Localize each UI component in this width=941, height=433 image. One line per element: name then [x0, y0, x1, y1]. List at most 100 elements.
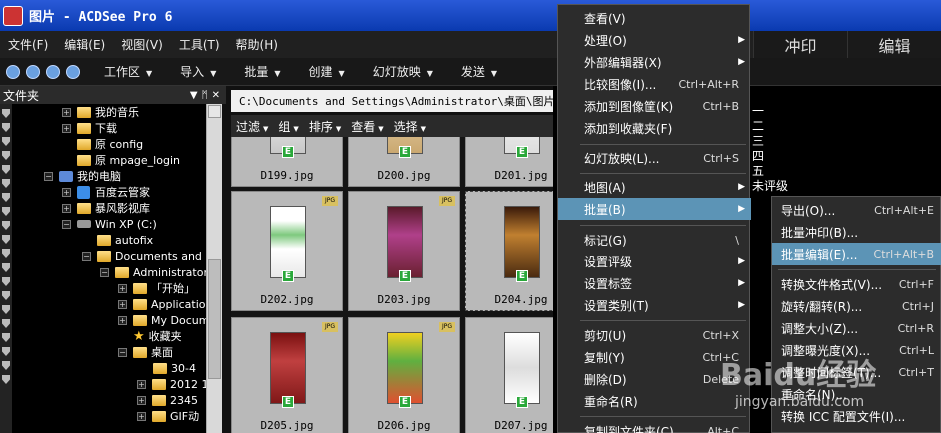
view-button[interactable]: 查看 ▼ — [346, 118, 388, 135]
home-icon[interactable] — [6, 64, 20, 79]
pane-toggle-icon[interactable] — [2, 319, 10, 328]
expand-icon[interactable]: + — [62, 203, 71, 213]
pane-toggle-icon[interactable] — [2, 207, 10, 216]
send-button[interactable]: 发送 ▼ — [447, 63, 511, 80]
tree-item[interactable]: − 我的电脑 — [44, 168, 121, 184]
pane-toggle-icon[interactable] — [2, 347, 10, 356]
pane-toggle-icon[interactable] — [2, 375, 10, 384]
expand-icon[interactable]: + — [137, 379, 146, 389]
menu-item-compare[interactable]: 比较图像(I)... Ctrl+Alt+R — [558, 73, 751, 95]
pane-toggle-icon[interactable] — [2, 277, 10, 286]
menu-item-tag[interactable]: 标记(G) \ — [558, 229, 751, 251]
select-button[interactable]: 选择 ▼ — [389, 118, 431, 135]
tree-item[interactable]: + 我的音乐 — [62, 104, 139, 120]
tree-item[interactable]: + Application — [118, 296, 206, 312]
menu-item-set-category[interactable]: 设置类别(T) ▶ — [558, 294, 751, 316]
tree-item[interactable]: + 百度云管家 — [62, 184, 150, 200]
menu-item-cut[interactable]: 剪切(U) Ctrl+X — [558, 324, 751, 346]
pane-toggle-icon[interactable] — [2, 151, 10, 160]
tree-item[interactable]: + GIF动 — [137, 408, 199, 424]
group-button[interactable]: 组 ▼ — [273, 118, 303, 135]
menu-item-batch[interactable]: 批量(B) ▶ — [558, 198, 751, 220]
pane-toggle-icon[interactable] — [2, 179, 10, 188]
thumbnail-item[interactable]: JPG E D205.jpg — [231, 317, 343, 433]
expand-icon[interactable]: + — [62, 107, 71, 117]
tree-item[interactable]: + 暴风影视库 — [62, 200, 150, 216]
path-bar[interactable]: C:\Documents and Settings\Administrator\… — [231, 90, 553, 112]
tree-item[interactable]: ★ 收藏夹 — [133, 328, 182, 344]
pane-toggle-icon[interactable] — [2, 361, 10, 370]
menu-view[interactable]: 视图(V) — [113, 36, 171, 53]
expand-icon[interactable]: + — [137, 395, 146, 405]
menu-file[interactable]: 文件(F) — [0, 36, 56, 53]
close-icon[interactable]: ✕ — [212, 90, 220, 101]
mode-develop-tab[interactable]: 冲印 — [753, 31, 847, 59]
rating-1[interactable]: 一 — [752, 104, 788, 119]
pane-toggle-icon[interactable] — [2, 165, 10, 174]
rating-4[interactable]: 四 — [752, 149, 788, 164]
menu-item-view[interactable]: 查看(V) — [558, 7, 751, 29]
back-icon[interactable] — [26, 64, 40, 79]
import-button[interactable]: 导入 ▼ — [166, 63, 230, 80]
menu-help[interactable]: 帮助(H) — [228, 36, 286, 53]
submenu-item-rotate-flip[interactable]: 旋转/翻转(R)... Ctrl+J — [772, 295, 941, 317]
collapse-icon[interactable]: − — [100, 267, 109, 277]
tree-item[interactable]: +2345 — [137, 392, 198, 408]
expand-icon[interactable]: + — [62, 123, 71, 133]
thumbnail-item[interactable]: E D199.jpg — [231, 137, 343, 187]
collapse-icon[interactable]: − — [118, 347, 127, 357]
rating-2[interactable]: 二 — [752, 119, 788, 134]
pane-toggle-icon[interactable] — [2, 235, 10, 244]
menu-item-add-to-favorites[interactable]: 添加到收藏夹(F) — [558, 117, 751, 139]
menu-item-process[interactable]: 处理(O) ▶ — [558, 29, 751, 51]
up-icon[interactable] — [66, 64, 80, 79]
pane-toggle-icon[interactable] — [2, 123, 10, 132]
pane-toggle-icon[interactable] — [2, 109, 10, 118]
collapse-icon[interactable]: − — [82, 251, 91, 261]
folder-tree-scrollbar[interactable] — [206, 104, 222, 433]
thumbnail-item[interactable]: JPG E D206.jpg — [348, 317, 460, 433]
rating-5[interactable]: 五 — [752, 164, 788, 179]
scrollbar-thumb[interactable] — [208, 259, 221, 379]
menu-item-slideshow[interactable]: 幻灯放映(L)... Ctrl+S — [558, 147, 751, 169]
pin-icon[interactable]: ᛗ — [202, 90, 208, 101]
tree-item[interactable]: − Administrator — [100, 264, 206, 280]
tree-item[interactable]: + 「开始」 — [118, 280, 195, 296]
slideshow-button[interactable]: 幻灯放映 ▼ — [359, 63, 447, 80]
mode-edit-tab[interactable]: 编辑 — [847, 31, 941, 59]
tree-item[interactable]: − 桌面 — [118, 344, 173, 360]
thumbnail-item[interactable]: E D200.jpg — [348, 137, 460, 187]
menu-item-map[interactable]: 地图(A) ▶ — [558, 176, 751, 198]
scroll-up-icon[interactable] — [208, 105, 221, 118]
tree-item[interactable]: + 下载 — [62, 120, 117, 136]
menu-item-copy-to-folder[interactable]: 复制到文件夹(C) Alt+C — [558, 420, 751, 433]
pane-toggle-icon[interactable] — [2, 221, 10, 230]
expand-icon[interactable]: + — [118, 283, 127, 293]
thumbnail-item[interactable]: JPG E D204.jpg — [465, 191, 553, 311]
thumbnail-item[interactable]: JPG E D207.jpg — [465, 317, 553, 433]
expand-icon[interactable]: + — [137, 411, 146, 421]
collapse-icon[interactable]: − — [62, 219, 71, 229]
tree-item[interactable]: 30-4 — [153, 360, 196, 376]
pane-toggle-icon[interactable] — [2, 193, 10, 202]
collapse-icon[interactable]: − — [44, 171, 53, 181]
expand-icon[interactable]: + — [118, 299, 127, 309]
pane-toggle-icon[interactable] — [2, 137, 10, 146]
pane-toggle-icon[interactable] — [2, 249, 10, 258]
rating-3[interactable]: 三 — [752, 134, 788, 149]
submenu-item-batch-edit[interactable]: 批量编辑(E)... Ctrl+Alt+B — [772, 243, 941, 265]
forward-icon[interactable] — [46, 64, 60, 79]
menu-edit[interactable]: 编辑(E) — [56, 36, 113, 53]
tree-item[interactable]: autofix — [97, 232, 153, 248]
submenu-item-batch-develop[interactable]: 批量冲印(B)... — [772, 221, 941, 243]
expand-icon[interactable]: + — [62, 187, 71, 197]
tree-item[interactable]: − Win XP (C:) — [62, 216, 157, 232]
tree-item[interactable]: 原 mpage_login — [77, 152, 180, 168]
pane-toggle-icon[interactable] — [2, 333, 10, 342]
tree-item[interactable]: 原 config — [77, 136, 143, 152]
menu-item-set-rating[interactable]: 设置评级 ▶ — [558, 250, 751, 272]
submenu-item-resize[interactable]: 调整大小(Z)... Ctrl+R — [772, 317, 941, 339]
create-button[interactable]: 创建 ▼ — [295, 63, 359, 80]
menu-item-add-to-basket[interactable]: 添加到图像筐(K) Ctrl+B — [558, 95, 751, 117]
rating-unrated[interactable]: 未评级 — [752, 179, 788, 194]
